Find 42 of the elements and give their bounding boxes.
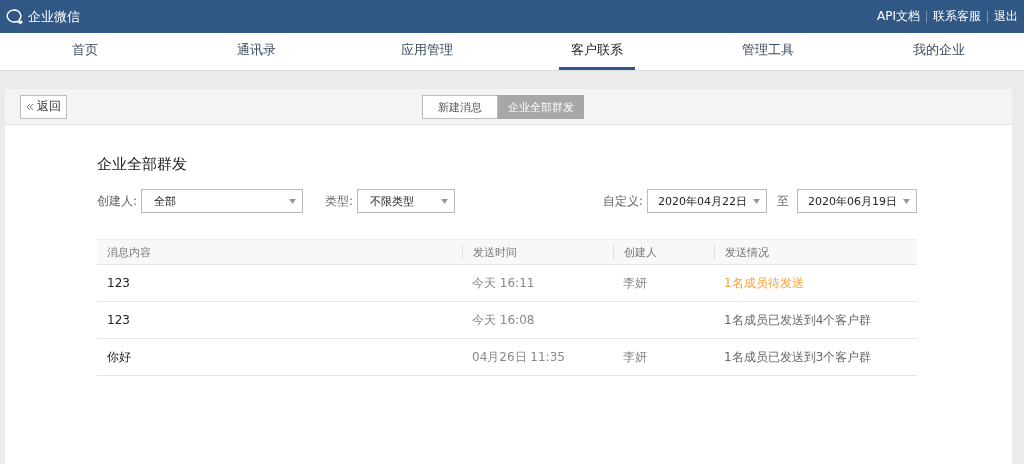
filter-label: 创建人: bbox=[97, 192, 138, 210]
logo-text: 企业微信 bbox=[28, 7, 80, 26]
column-header: 消息内容 bbox=[106, 244, 152, 260]
table-cell-text: 123 bbox=[106, 276, 131, 290]
nav-tab[interactable]: 通讯录 bbox=[224, 33, 288, 70]
double-chevron-icon bbox=[26, 102, 34, 111]
type-dropdown[interactable]: 不限类型 bbox=[357, 189, 456, 213]
header-link[interactable]: API文档 bbox=[877, 8, 920, 25]
nav-tab[interactable]: 应用管理 bbox=[388, 33, 465, 70]
range-separator: 至 bbox=[777, 192, 789, 210]
nav-tab[interactable]: 客户联系 bbox=[559, 33, 636, 70]
table-cell-text: 04月26日 11:35 bbox=[471, 348, 566, 366]
nav-tab[interactable]: 我的企业 bbox=[900, 33, 977, 70]
section-title: 企业全部群发 bbox=[97, 155, 188, 174]
status-text: 1名成员待发送 bbox=[724, 275, 804, 290]
chat-bubble-icon bbox=[6, 8, 24, 25]
table-cell-text: 123 bbox=[106, 313, 131, 327]
column-header: 发送情况 bbox=[714, 244, 917, 260]
filter-label: 类型: bbox=[325, 192, 354, 210]
back-button[interactable]: 返回 bbox=[20, 94, 67, 119]
column-header: 发送时间 bbox=[462, 244, 613, 260]
header-link[interactable]: 退出 bbox=[994, 8, 1018, 25]
date-dropdown[interactable]: 2020年04月22日 bbox=[647, 189, 767, 213]
header-link[interactable]: 联系客服 bbox=[933, 8, 981, 25]
table-cell-text: 今天 16:11 bbox=[471, 274, 536, 292]
date-dropdown[interactable]: 2020年06月19日 bbox=[797, 189, 917, 213]
caret-icon bbox=[441, 198, 449, 204]
table-cell-text: 今天 16:08 bbox=[471, 311, 536, 329]
nav-tab[interactable]: 首页 bbox=[60, 33, 111, 70]
table-cell: 李妍 bbox=[623, 275, 647, 290]
creator-dropdown[interactable]: 全部 bbox=[141, 189, 304, 213]
table-cell: 李妍 bbox=[623, 349, 647, 364]
filter-label: 自定义: bbox=[602, 192, 643, 210]
column-header: 创建人 bbox=[613, 244, 714, 260]
table-cell-text: 你好 bbox=[106, 348, 132, 366]
caret-icon bbox=[289, 198, 297, 204]
caret-icon bbox=[903, 198, 910, 204]
nav-tab[interactable]: 管理工具 bbox=[730, 33, 806, 70]
segment-tab[interactable]: 新建消息 bbox=[422, 95, 498, 119]
caret-icon bbox=[753, 198, 760, 204]
status-text: 1名成员已发送到3个客户群 bbox=[724, 349, 872, 364]
status-text: 1名成员已发送到4个客户群 bbox=[724, 312, 872, 327]
